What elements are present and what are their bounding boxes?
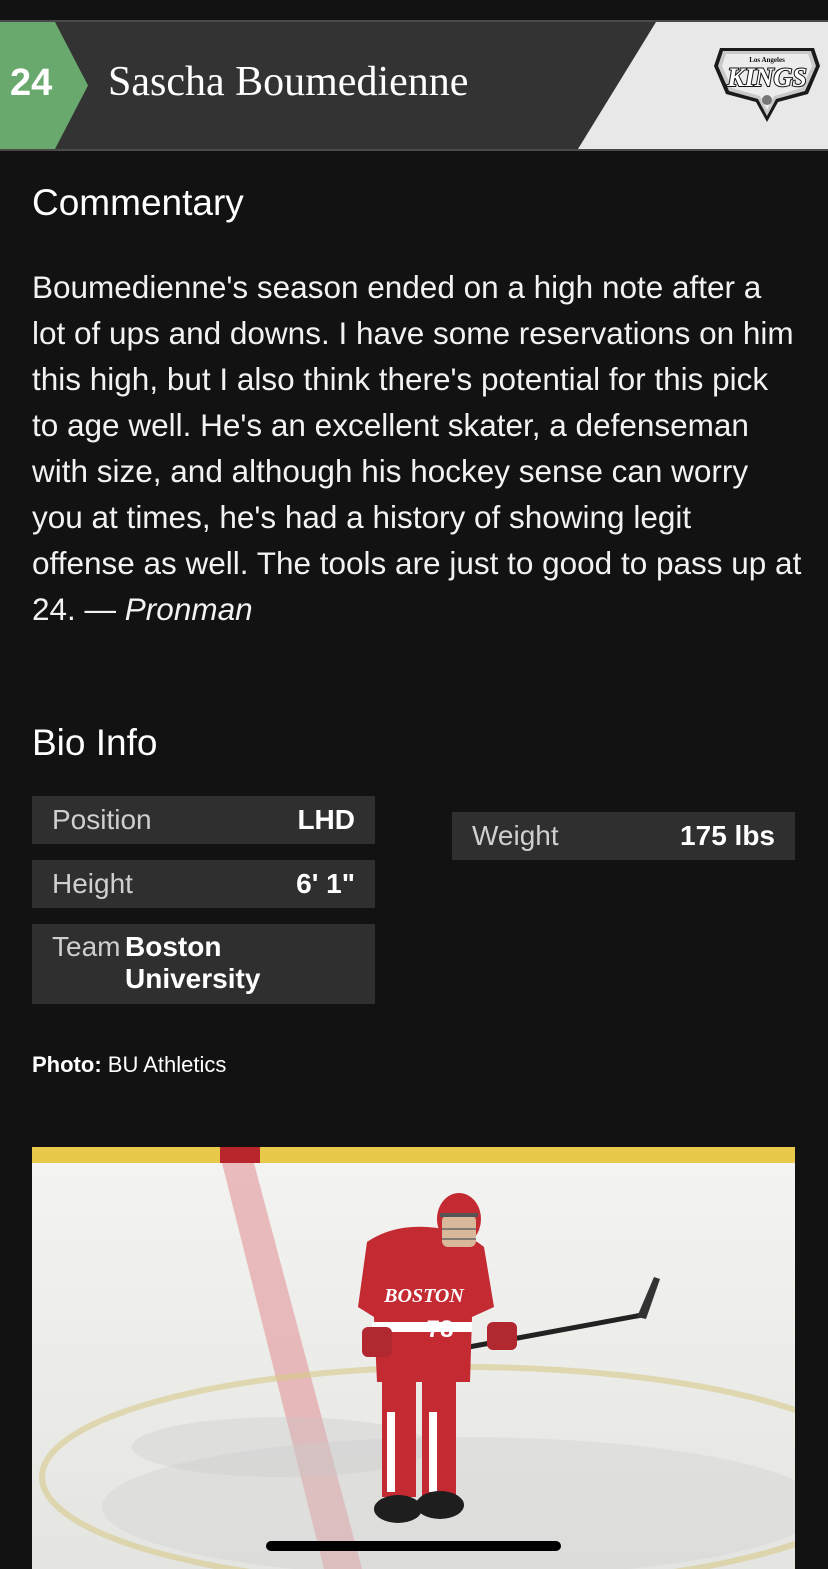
bio-info-heading: Bio Info (32, 722, 158, 763)
position-label: Position (52, 804, 152, 835)
home-indicator[interactable] (266, 1541, 561, 1551)
commentary-body: Boumedienne's season ended on a high not… (32, 269, 802, 627)
draft-pick-page: 24 Sascha Boumedienne Los Angeles KINGS … (0, 0, 828, 1569)
la-kings-logo-icon: Los Angeles KINGS (714, 48, 820, 122)
team-value-line2: University (125, 963, 261, 994)
svg-text:KINGS: KINGS (726, 63, 806, 92)
commentary-heading: Commentary (32, 182, 244, 223)
photo-credit-label: Photo: (32, 1052, 102, 1077)
player-name: Sascha Boumedienne (108, 59, 469, 105)
team-label: Team (52, 931, 121, 962)
weight-label: Weight (472, 820, 559, 851)
pick-header: 24 Sascha Boumedienne Los Angeles KINGS (0, 20, 828, 151)
position-value: LHD (297, 804, 355, 835)
team-value: Boston University (125, 931, 345, 995)
height-label: Height (52, 868, 133, 899)
bio-row-height: Height 6' 1" (32, 860, 375, 908)
commentary-author: Pronman (124, 591, 253, 627)
player-photo: BOSTON 78 (32, 1147, 795, 1569)
svg-text:BOSTON: BOSTON (383, 1285, 465, 1307)
bio-row-weight: Weight 175 lbs (452, 812, 795, 860)
team-value-line1: Boston (125, 931, 222, 962)
photo-credit: Photo: BU Athletics (32, 1052, 226, 1078)
commentary-text: Boumedienne's season ended on a high not… (32, 264, 802, 632)
photo-credit-value: BU Athletics (107, 1052, 227, 1077)
player-photo-illustration: BOSTON 78 (32, 1147, 795, 1569)
svg-text:78: 78 (427, 1316, 454, 1343)
weight-value: 175 lbs (680, 820, 775, 851)
pick-number: 24 (10, 62, 53, 104)
bio-row-position: Position LHD (32, 796, 375, 844)
bio-row-team: Team Boston University (32, 924, 375, 1004)
height-value: 6' 1" (296, 868, 355, 899)
